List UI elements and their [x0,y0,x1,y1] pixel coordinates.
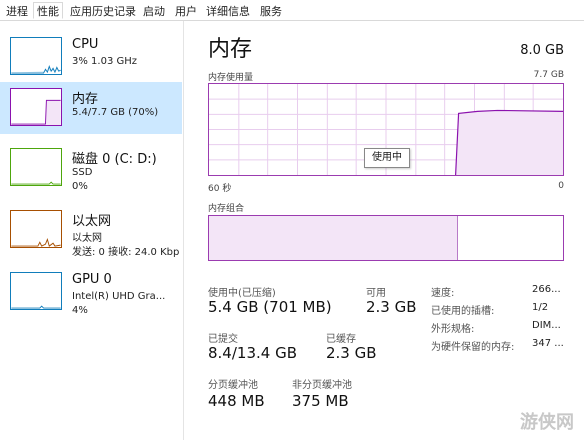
in-use-value: 5.4 GB (701 MB) [208,298,332,316]
cached-value: 2.3 GB [326,344,377,362]
disk-thumbnail-graph [10,148,62,186]
cpu-thumbnail-graph [10,37,62,75]
slots-value: 1/2 [532,302,549,313]
available-value: 2.3 GB [366,298,417,316]
paged-pool-label: 分页缓冲池 [208,380,258,391]
axis-right-label: 0 [558,181,564,191]
memory-thumbnail-graph [10,88,62,126]
tab-startup[interactable]: 启动 [139,2,169,19]
paged-pool-value: 448 MB [208,392,265,410]
committed-value: 8.4/13.4 GB [208,344,297,362]
page-title: 内存 [208,37,253,62]
tab-performance[interactable]: 性能 [33,2,63,19]
sidebar: CPU 3% 1.03 GHz 内存 5.4/7.7 GB (70%) 磁盘 0… [0,21,184,440]
tab-bar: 进程 性能 应用历史记录 启动 用户 详细信息 服务 [0,0,584,21]
disk-usage: 0% [72,181,88,192]
tooltip-in-use: 使用中 [364,148,410,168]
gpu-thumbnail-graph [10,272,62,310]
speed-label: 速度: [431,288,455,299]
memory-title: 内存 [72,92,99,107]
usage-graph-label: 内存使用量 [208,73,254,83]
gpu-model: Intel(R) UHD Gra... [72,291,166,302]
available-label: 可用 [366,288,386,299]
sidebar-item-gpu[interactable]: GPU 0 Intel(R) UHD Gra... 4% [0,266,182,324]
slots-label: 已使用的插槽: [431,306,495,317]
tab-users[interactable]: 用户 [171,2,201,19]
form-factor-label: 外形规格: [431,324,475,335]
cpu-title: CPU [72,37,99,52]
composition-in-use [209,216,458,260]
watermark-logo: 游侠网 [520,412,574,433]
ethernet-thumbnail-graph [10,210,62,248]
sidebar-item-ethernet[interactable]: 以太网 以太网 发送: 0 接收: 24.0 Kbp [0,204,182,262]
speed-value: 266... [532,284,561,295]
in-use-label: 使用中(已压缩) [208,288,276,299]
tab-services[interactable]: 服务 [256,2,286,19]
composition-label: 内存组合 [208,204,245,214]
form-factor-value: DIM... [532,320,561,331]
nonpaged-pool-value: 375 MB [292,392,349,410]
nonpaged-pool-label: 非分页缓冲池 [292,380,352,391]
ethernet-title: 以太网 [72,214,112,229]
tab-processes[interactable]: 进程 [2,2,32,19]
total-memory: 8.0 GB [520,43,564,58]
usage-graph-max: 7.7 GB [533,70,564,80]
hardware-reserved-value: 347 ... [532,338,564,349]
hardware-reserved-label: 为硬件保留的内存: [431,342,515,353]
gpu-title: GPU 0 [72,272,112,287]
cached-label: 已缓存 [326,334,356,345]
axis-left-label: 60 秒 [208,184,232,194]
disk-title: 磁盘 0 (C: D:) [72,152,157,167]
disk-type: SSD [72,167,93,178]
tab-details[interactable]: 详细信息 [202,2,254,19]
memory-composition-bar [208,215,564,261]
tab-app-history[interactable]: 应用历史记录 [66,2,140,19]
sidebar-item-disk[interactable]: 磁盘 0 (C: D:) SSD 0% [0,142,182,200]
ethernet-throughput: 发送: 0 接收: 24.0 Kbp [72,247,180,258]
sidebar-item-memory[interactable]: 内存 5.4/7.7 GB (70%) [0,82,182,134]
cpu-usage: 3% 1.03 GHz [72,56,138,67]
gpu-usage: 4% [72,305,88,316]
sidebar-item-cpu[interactable]: CPU 3% 1.03 GHz [0,31,182,89]
committed-label: 已提交 [208,334,238,345]
ethernet-adapter: 以太网 [72,233,102,244]
memory-usage: 5.4/7.7 GB (70%) [72,107,159,118]
